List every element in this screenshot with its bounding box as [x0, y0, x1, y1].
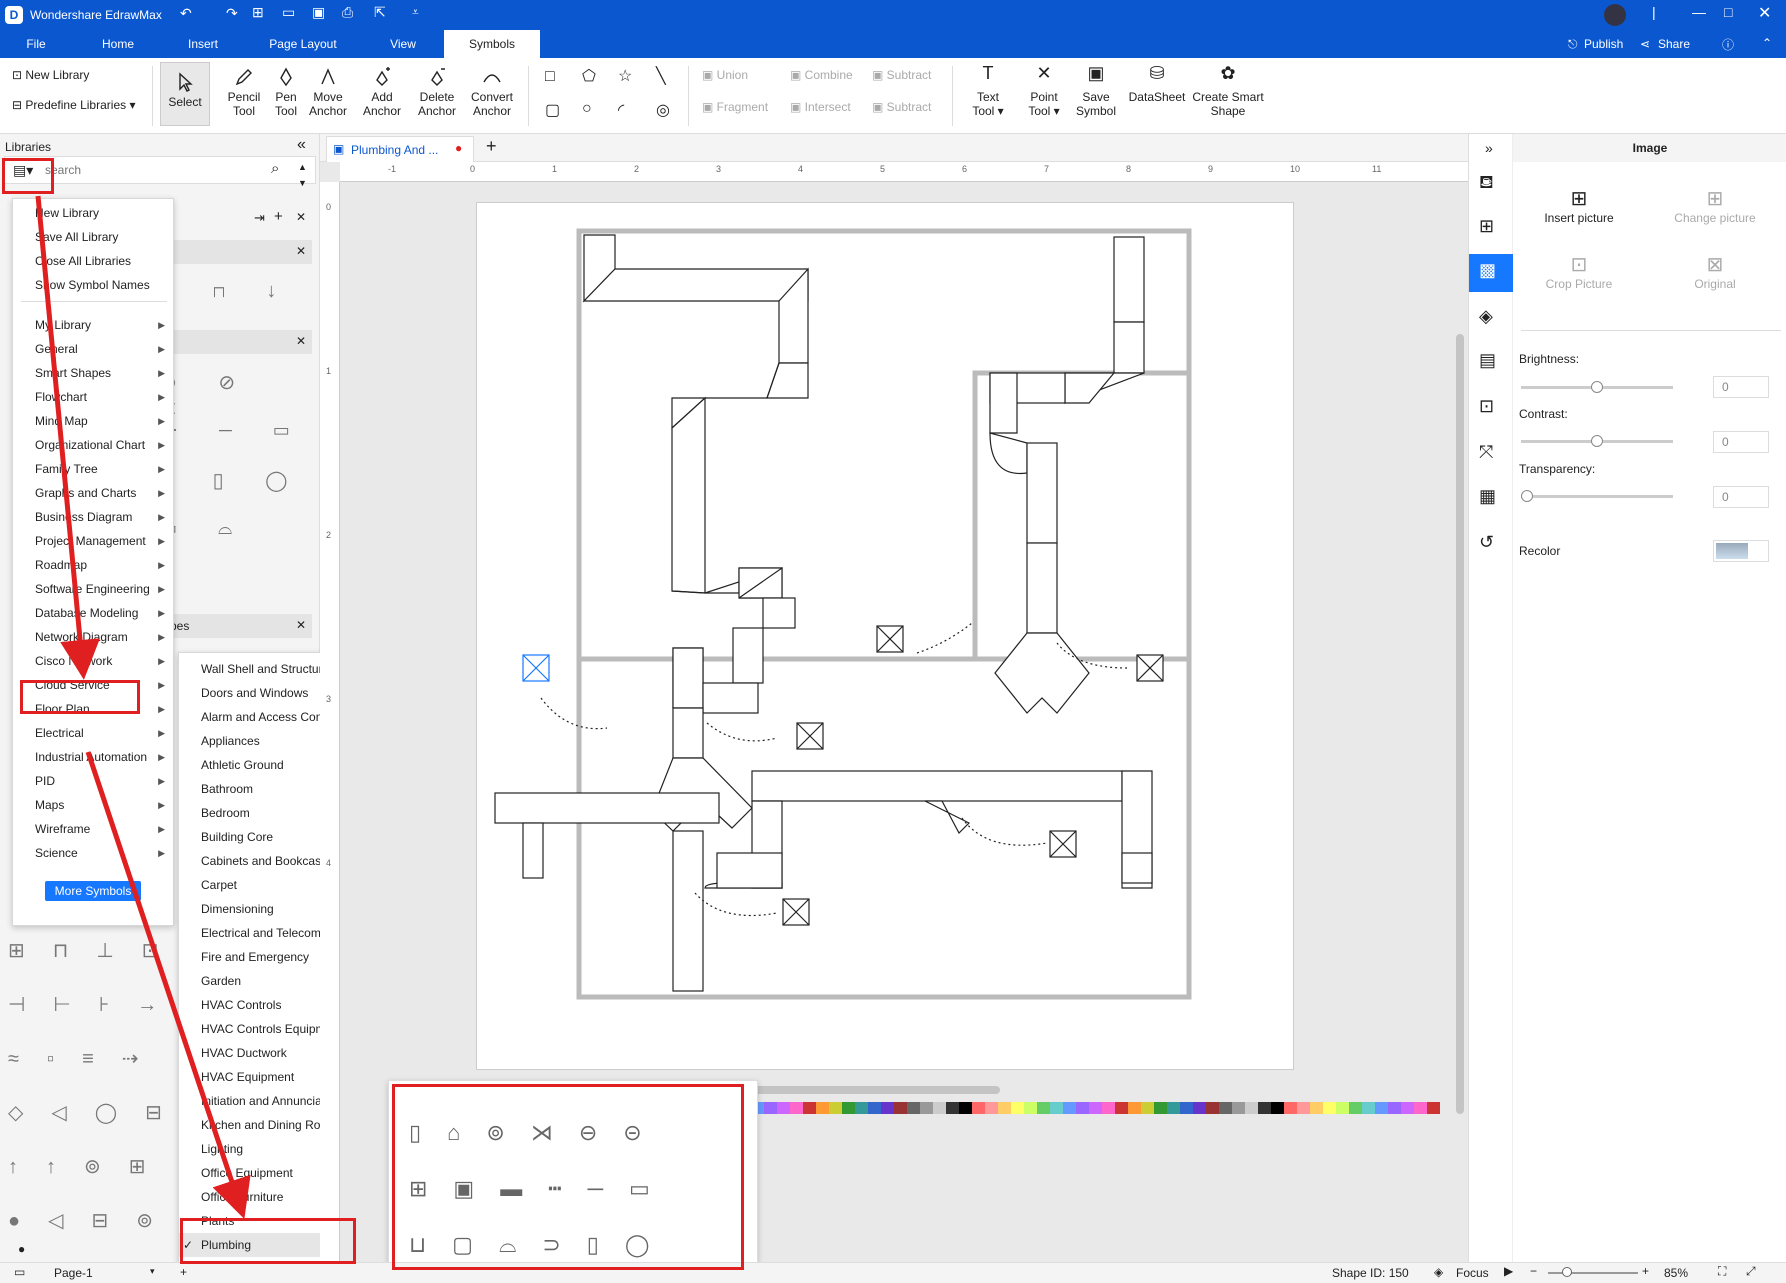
- annotation-arrows: [35, 195, 251, 1219]
